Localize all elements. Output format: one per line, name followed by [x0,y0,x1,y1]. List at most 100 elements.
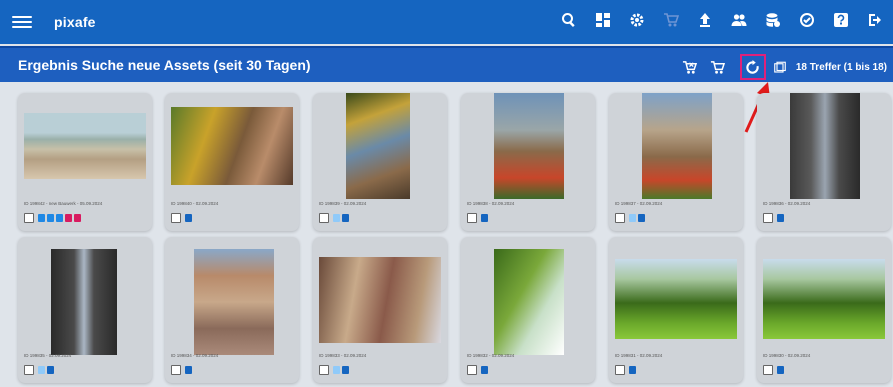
asset-thumbnail-area[interactable] [165,93,299,199]
asset-caption: ID 199832 - 02.09.2024 [467,353,515,358]
asset-badge-icon[interactable] [65,214,72,222]
asset-thumbnail[interactable] [194,249,274,355]
asset-select-checkbox[interactable] [171,365,181,375]
asset-badge-icon[interactable] [777,366,784,374]
asset-select-checkbox[interactable] [467,365,477,375]
asset-select-checkbox[interactable] [24,213,34,223]
asset-card[interactable]: ID 199837 - 02.09.2024 [609,93,743,231]
asset-card[interactable]: ID 199840 - 02.09.2024 [165,93,299,231]
asset-thumbnail[interactable] [642,93,712,199]
asset-badge-icon[interactable] [38,366,45,374]
asset-thumbnail-area[interactable] [461,237,595,355]
asset-thumbnail-area[interactable] [18,237,152,355]
asset-card[interactable]: ID 199833 - 02.09.2024 [313,237,447,383]
asset-thumbnail-area[interactable] [313,237,447,343]
block-icon[interactable] [797,10,817,30]
asset-select-checkbox[interactable] [615,365,625,375]
asset-select-checkbox[interactable] [319,213,329,223]
top-toolbar [559,10,885,30]
asset-card[interactable]: ID 199839 - 02.09.2024 [313,93,447,231]
asset-badges [629,214,645,222]
asset-thumbnail[interactable] [763,259,885,339]
asset-badge-icon[interactable] [638,214,645,222]
asset-badge-icon[interactable] [47,214,54,222]
asset-card[interactable]: ID 199836 - 02.09.2024 [757,93,891,231]
page-title: Ergebnis Suche neue Assets (seit 30 Tage… [18,57,311,73]
refresh-icon[interactable] [739,54,766,80]
asset-thumbnail[interactable] [346,93,410,199]
asset-thumbnail-area[interactable] [609,237,743,343]
asset-select-checkbox[interactable] [467,213,477,223]
asset-thumbnail-area[interactable] [313,93,447,199]
asset-card[interactable]: ID 199830 - 02.09.2024 [757,237,891,383]
asset-badge-icon[interactable] [342,366,349,374]
search-icon[interactable] [559,10,579,30]
asset-badge-icon[interactable] [333,214,340,222]
asset-badges [481,366,488,374]
cart-icon[interactable] [661,10,681,30]
asset-thumbnail[interactable] [494,249,564,355]
asset-select-checkbox[interactable] [763,213,773,223]
asset-card[interactable]: ID 199834 - 02.09.2024 [165,237,299,383]
asset-badges [481,214,488,222]
asset-badge-icon[interactable] [185,366,192,374]
hit-count: 18 Treffer (1 bis 18) [795,61,887,73]
asset-badges [333,214,349,222]
asset-card[interactable]: ID 199832 - 02.09.2024 [461,237,595,383]
results-header: Ergebnis Suche neue Assets (seit 30 Tage… [0,46,893,82]
asset-badge-icon[interactable] [342,214,349,222]
asset-badges [777,366,784,374]
asset-caption: ID 199835 - 02.09.2024 [24,353,72,358]
hamburger-menu-icon[interactable] [12,12,32,32]
cart-add-icon[interactable] [708,57,728,77]
asset-caption: ID 199837 - 02.09.2024 [615,201,663,206]
asset-caption: ID 199838 - 02.09.2024 [467,201,515,206]
asset-thumbnail[interactable] [171,107,293,185]
asset-badge-icon[interactable] [629,214,636,222]
asset-thumbnail-area[interactable] [757,237,891,343]
asset-badge-icon[interactable] [629,366,636,374]
asset-badge-icon[interactable] [333,366,340,374]
asset-thumbnail-area[interactable] [461,93,595,199]
asset-thumbnail-area[interactable] [18,93,152,199]
users-icon[interactable] [729,10,749,30]
asset-card[interactable]: ID 199835 - 02.09.2024 [18,237,152,383]
asset-select-checkbox[interactable] [319,365,329,375]
asset-badge-icon[interactable] [56,214,63,222]
help-icon[interactable] [831,10,851,30]
app-logo[interactable]: pixafe [54,14,96,30]
asset-select-checkbox[interactable] [171,213,181,223]
asset-thumbnail[interactable] [24,113,146,179]
asset-select-checkbox[interactable] [763,365,773,375]
asset-thumbnail[interactable] [494,93,564,199]
asset-badges [333,366,349,374]
asset-badge-icon[interactable] [74,214,81,222]
asset-caption: ID 199840 - 02.09.2024 [171,201,219,206]
asset-badge-icon[interactable] [481,366,488,374]
upload-icon[interactable] [695,10,715,30]
asset-thumbnail[interactable] [51,249,117,355]
settings-icon[interactable] [627,10,647,30]
asset-badge-icon[interactable] [777,214,784,222]
logout-icon[interactable] [865,10,885,30]
asset-badge-icon[interactable] [185,214,192,222]
asset-thumbnail-area[interactable] [609,93,743,199]
dashboard-icon[interactable] [593,10,613,30]
asset-select-checkbox[interactable] [615,213,625,223]
asset-card[interactable]: ID 199842 - new Bauwerk - 05.09.2024 [18,93,152,231]
asset-caption: ID 199839 - 02.09.2024 [319,201,367,206]
cart-remove-icon[interactable] [680,57,700,77]
asset-thumbnail[interactable] [615,259,737,339]
asset-card[interactable]: ID 199838 - 02.09.2024 [461,93,595,231]
asset-select-checkbox[interactable] [24,365,34,375]
asset-badge-icon[interactable] [38,214,45,222]
asset-badge-icon[interactable] [481,214,488,222]
asset-thumbnail[interactable] [790,93,860,199]
asset-thumbnail-area[interactable] [757,93,891,199]
gallery-icon[interactable] [774,57,786,77]
asset-thumbnail-area[interactable] [165,237,299,355]
asset-thumbnail[interactable] [319,257,441,343]
database-icon[interactable] [763,10,783,30]
asset-badge-icon[interactable] [47,366,54,374]
asset-card[interactable]: ID 199831 - 02.09.2024 [609,237,743,383]
